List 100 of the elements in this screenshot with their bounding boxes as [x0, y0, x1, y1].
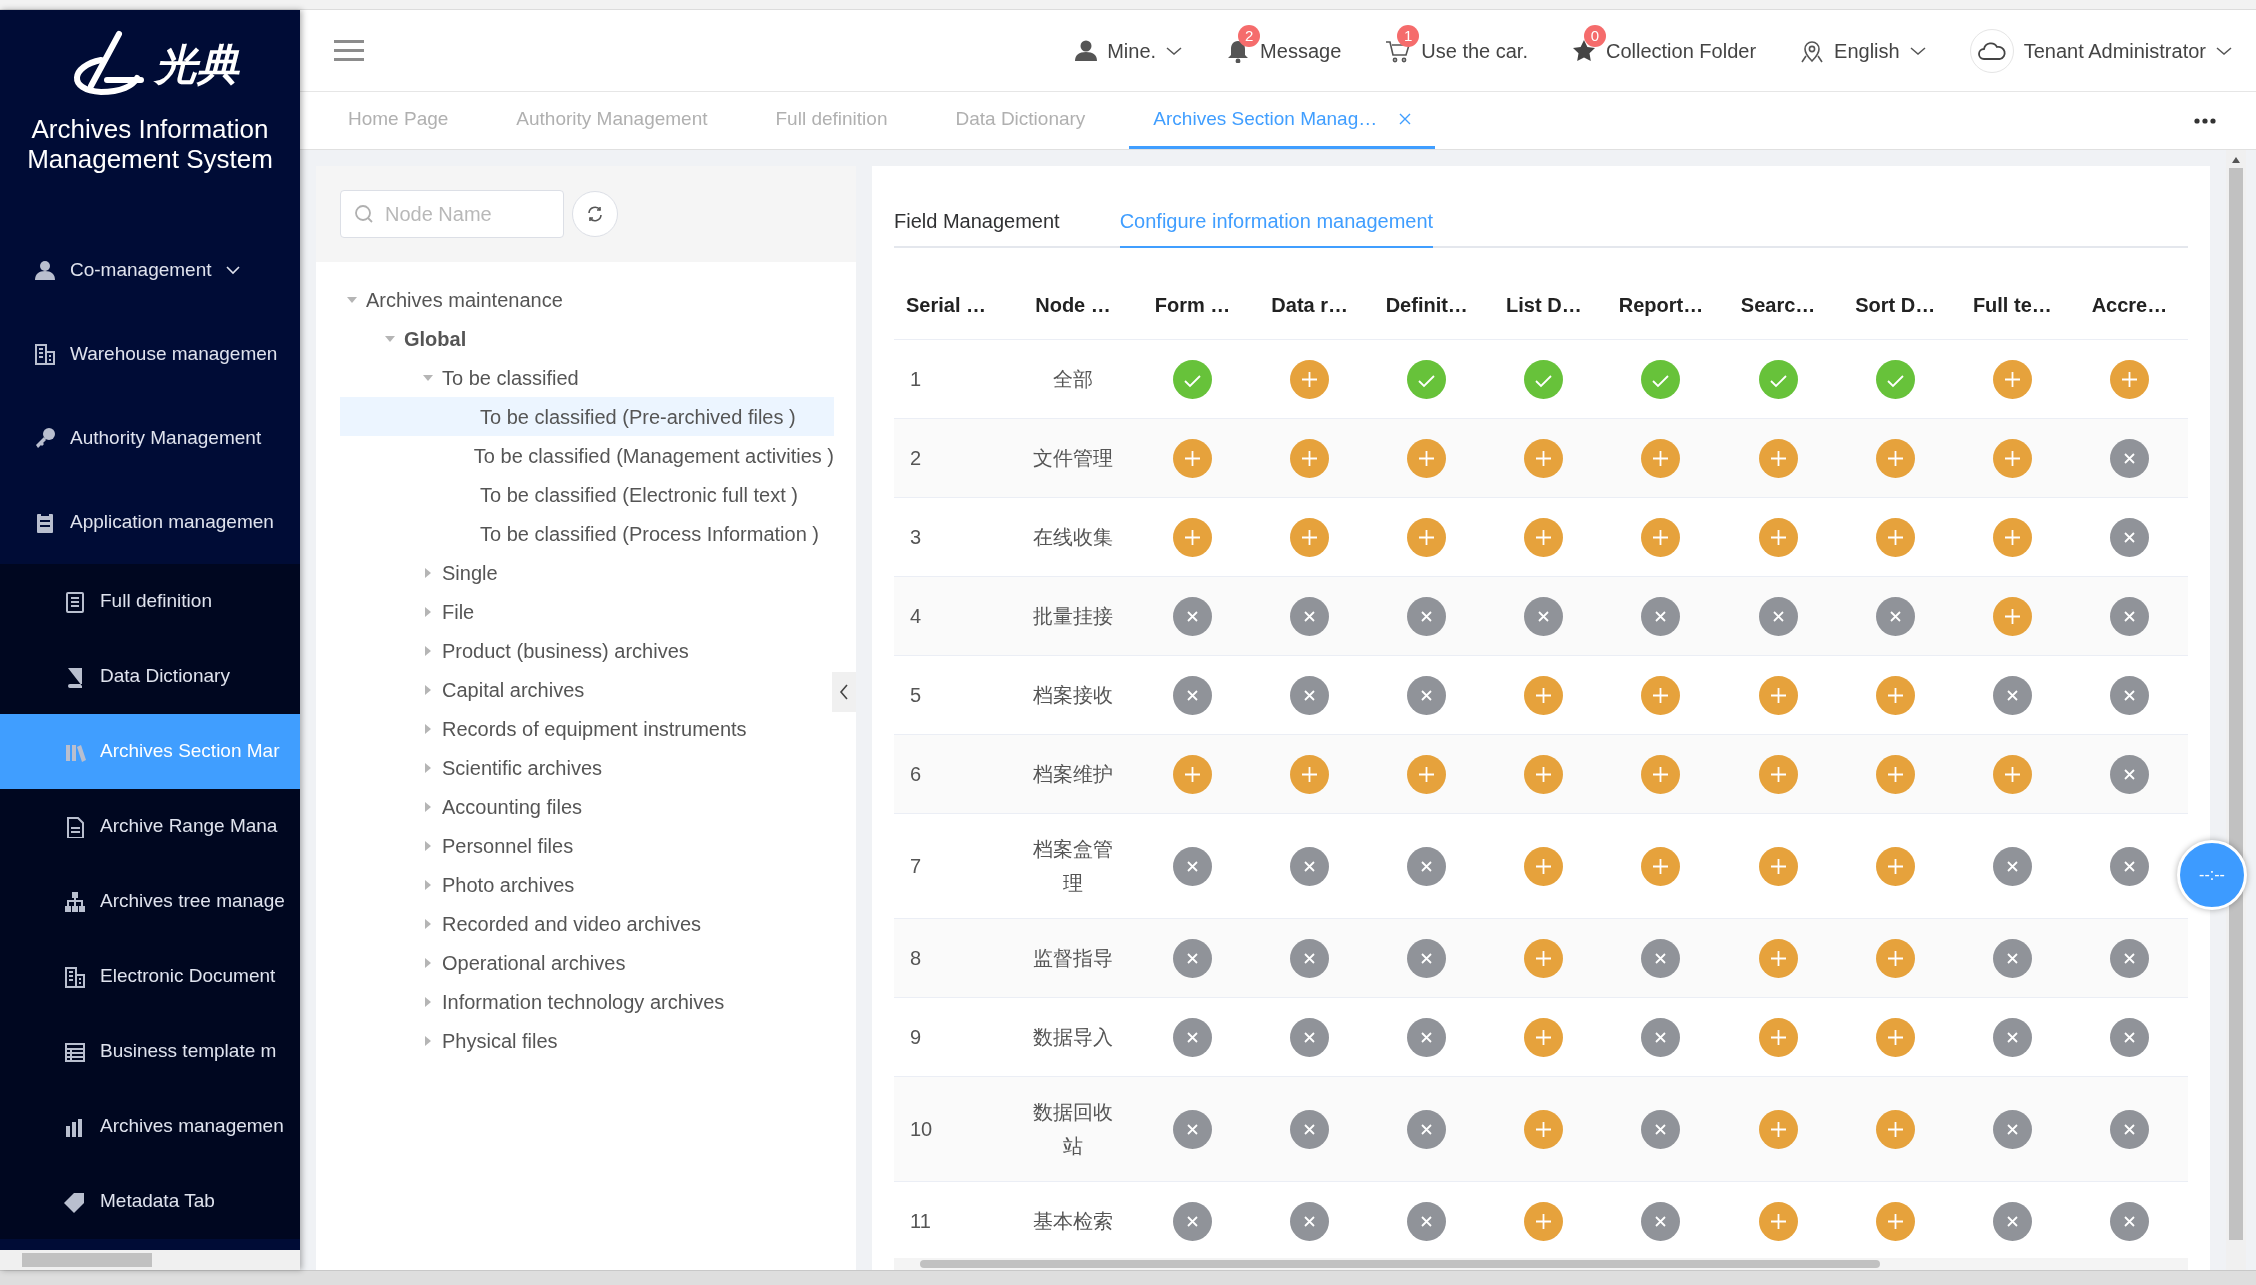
plus-icon[interactable] [1524, 1109, 1564, 1149]
cross-icon[interactable] [1641, 1109, 1681, 1149]
cross-icon[interactable] [1992, 1201, 2032, 1241]
plus-icon[interactable] [1641, 517, 1681, 557]
header-link[interactable]: Message [1260, 35, 1342, 66]
cross-icon[interactable] [1173, 1109, 1213, 1149]
submenu-item[interactable]: Full definition [0, 564, 300, 639]
submenu-item[interactable]: Archives tree manage [0, 864, 300, 939]
column-header[interactable]: Sort D… [1836, 289, 1954, 320]
submenu-item[interactable]: Data Dictionary [0, 639, 300, 714]
plus-icon[interactable] [1875, 754, 1915, 794]
plus-icon[interactable] [1992, 754, 2032, 794]
refresh-button[interactable] [572, 191, 618, 237]
header-link[interactable]: Tenant Administrator [2023, 35, 2206, 66]
submenu-item[interactable]: Business template m [0, 1014, 300, 1089]
cross-icon[interactable] [1641, 1201, 1681, 1241]
plus-icon[interactable] [1173, 517, 1213, 557]
cross-icon[interactable] [1407, 1017, 1447, 1057]
menu-item[interactable]: Application managemen [0, 480, 300, 564]
plus-icon[interactable] [1758, 675, 1798, 715]
submenu-item[interactable]: Archive Range Mana [0, 789, 300, 864]
plus-icon[interactable] [1758, 1109, 1798, 1149]
location-icon[interactable] [1800, 38, 1825, 63]
plus-icon[interactable] [1524, 1201, 1564, 1241]
cross-icon[interactable] [2109, 675, 2149, 715]
submenu-item[interactable]: Electronic Document [0, 939, 300, 1014]
tree-node[interactable]: Records of equipment instruments [340, 709, 834, 748]
check-icon[interactable] [1173, 359, 1213, 399]
plus-icon[interactable] [1641, 438, 1681, 478]
cross-icon[interactable] [1290, 1109, 1330, 1149]
search-field[interactable]: Node Name [340, 190, 564, 238]
cross-icon[interactable] [1641, 1017, 1681, 1057]
cross-icon[interactable] [1524, 596, 1564, 636]
cross-icon[interactable] [2109, 438, 2149, 478]
plus-icon[interactable] [2109, 359, 2149, 399]
plus-icon[interactable] [1407, 517, 1447, 557]
tree-node[interactable]: Photo archives [340, 865, 834, 904]
column-header[interactable]: Form … [1134, 289, 1252, 320]
plus-icon[interactable] [1641, 846, 1681, 886]
cross-icon[interactable] [1173, 675, 1213, 715]
tree-node[interactable]: Personnel files [340, 826, 834, 865]
cross-icon[interactable] [2109, 596, 2149, 636]
cross-icon[interactable] [1290, 846, 1330, 886]
user-icon[interactable] [1075, 38, 1098, 63]
cross-icon[interactable] [1407, 1201, 1447, 1241]
horizontal-scrollbar[interactable] [0, 1250, 300, 1270]
tree-node[interactable]: Information technology archives [340, 982, 834, 1021]
check-icon[interactable] [1641, 359, 1681, 399]
chevron-down-icon[interactable] [1166, 45, 1183, 56]
cross-icon[interactable] [1641, 596, 1681, 636]
plus-icon[interactable] [1875, 675, 1915, 715]
check-icon[interactable] [1758, 359, 1798, 399]
header-link[interactable]: Collection Folder [1606, 35, 1757, 66]
tree-node[interactable]: Scientific archives [340, 748, 834, 787]
cross-icon[interactable] [1290, 596, 1330, 636]
plus-icon[interactable] [1992, 596, 2032, 636]
content-tab[interactable]: Field Management [894, 196, 1060, 248]
plus-icon[interactable] [1290, 754, 1330, 794]
header-link[interactable]: Use the car. [1421, 35, 1528, 66]
plus-icon[interactable] [1290, 438, 1330, 478]
tree-node[interactable]: To be classified [340, 358, 834, 397]
plus-icon[interactable] [1875, 1201, 1915, 1241]
menu-icon[interactable] [334, 38, 364, 63]
tree-node[interactable]: To be classified (Pre-archived files ) [340, 397, 834, 436]
column-header[interactable]: Definit… [1368, 289, 1486, 320]
cross-icon[interactable] [2109, 846, 2149, 886]
tree-node[interactable]: To be classified (Process Information ) [340, 514, 834, 553]
cross-icon[interactable] [1173, 846, 1213, 886]
tree-node[interactable]: Archives maintenance [340, 280, 834, 319]
plus-icon[interactable] [1992, 359, 2032, 399]
plus-icon[interactable] [1290, 359, 1330, 399]
tree-node[interactable]: Recorded and video archives [340, 904, 834, 943]
cross-icon[interactable] [1875, 596, 1915, 636]
plus-icon[interactable] [1758, 438, 1798, 478]
tree-node[interactable]: Product (business) archives [340, 631, 834, 670]
cross-icon[interactable] [1407, 846, 1447, 886]
cross-icon[interactable] [2109, 1201, 2149, 1241]
plus-icon[interactable] [1875, 938, 1915, 978]
table-scrollbar[interactable] [894, 1258, 2188, 1270]
plus-icon[interactable] [1407, 438, 1447, 478]
tree-node[interactable]: Operational archives [340, 943, 834, 982]
vertical-scrollbar[interactable] [2226, 150, 2246, 1270]
cross-icon[interactable] [1407, 1109, 1447, 1149]
tree-node[interactable]: Single [340, 553, 834, 592]
plus-icon[interactable] [1524, 675, 1564, 715]
plus-icon[interactable] [1641, 754, 1681, 794]
menu-item[interactable]: Co-management [0, 228, 300, 312]
column-header[interactable]: Searc… [1719, 289, 1837, 320]
column-header[interactable]: List D… [1485, 289, 1603, 320]
chevron-down-icon[interactable] [2216, 45, 2232, 56]
cross-icon[interactable] [1641, 938, 1681, 978]
tree-node[interactable]: To be classified (Management activities ) [340, 436, 834, 475]
cross-icon[interactable] [1992, 1109, 2032, 1149]
cross-icon[interactable] [1173, 1017, 1213, 1057]
column-header[interactable]: Serial … [894, 289, 1012, 320]
plus-icon[interactable] [1524, 754, 1564, 794]
cross-icon[interactable] [1407, 596, 1447, 636]
check-icon[interactable] [1524, 359, 1564, 399]
cross-icon[interactable] [1407, 938, 1447, 978]
plus-icon[interactable] [1290, 517, 1330, 557]
